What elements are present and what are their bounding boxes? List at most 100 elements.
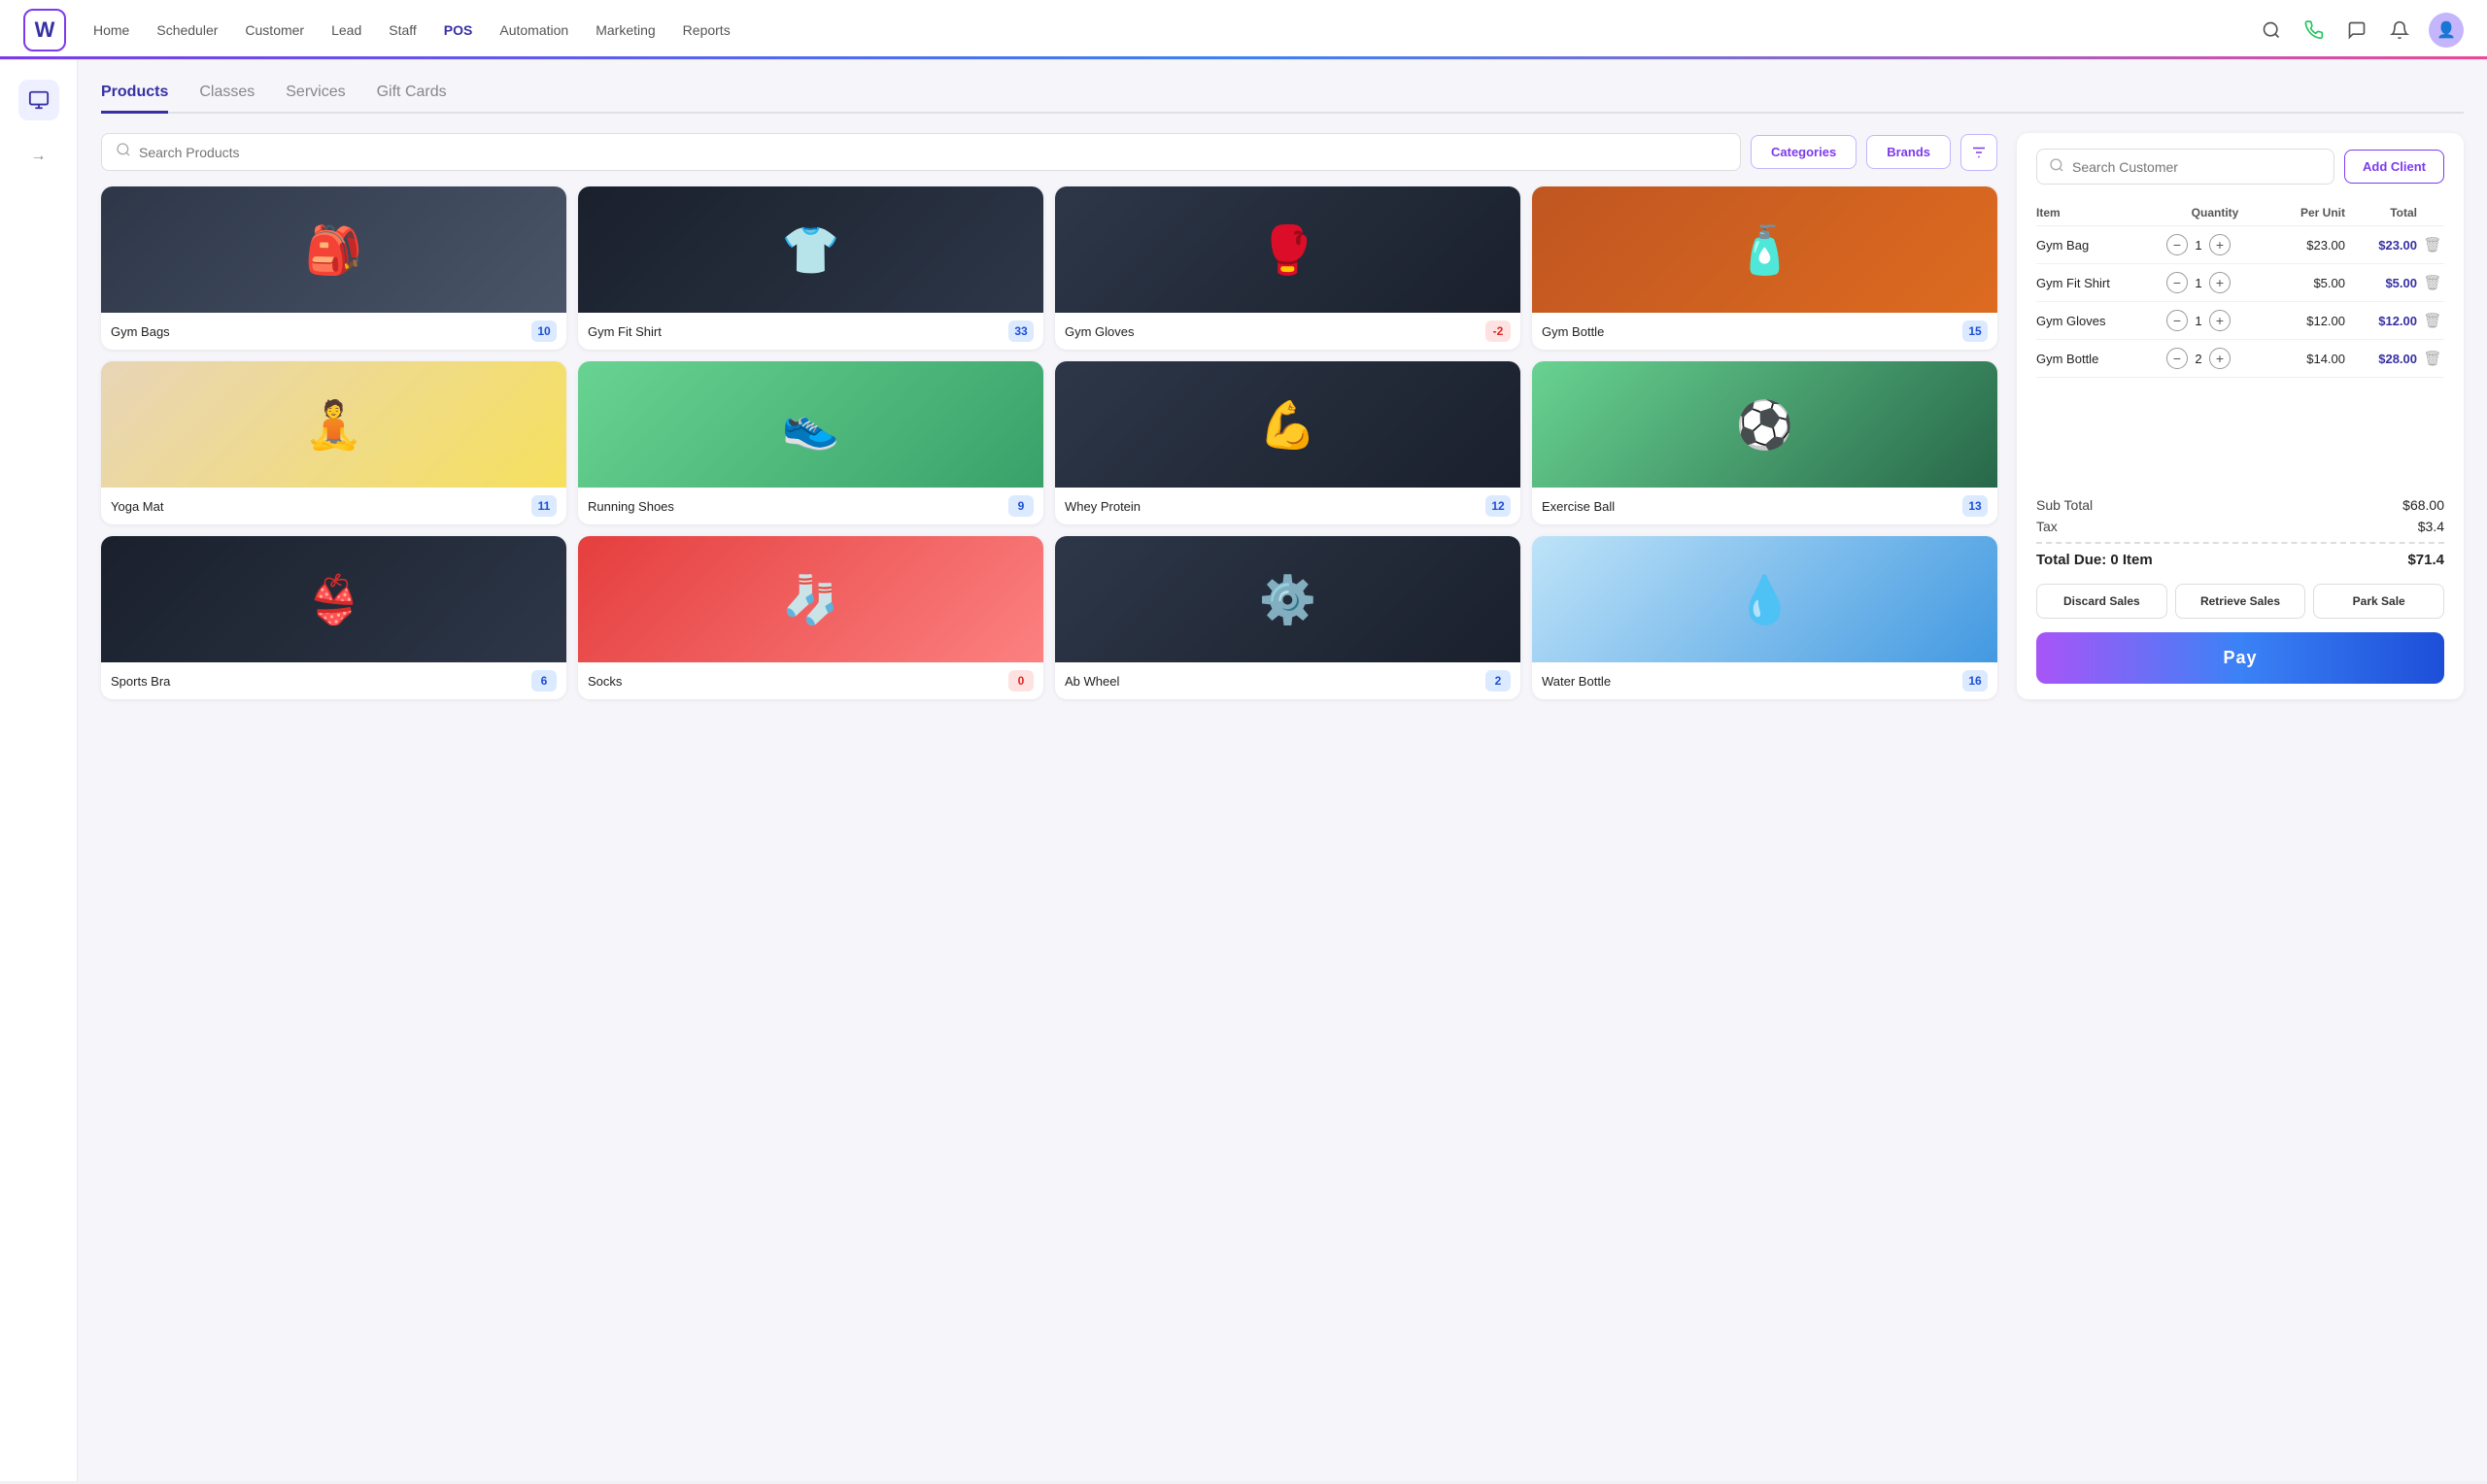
body-split: Categories Brands 🎒 Gym Bags xyxy=(101,133,2464,699)
customer-search-icon xyxy=(2049,157,2064,176)
tab-classes[interactable]: Classes xyxy=(199,84,255,114)
search-products-input[interactable] xyxy=(139,145,1726,160)
product-card[interactable]: 🧴 Gym Bottle 15 xyxy=(1532,186,1997,350)
product-image: 👙 xyxy=(101,536,566,662)
product-footer: Water Bottle 16 xyxy=(1532,662,1997,699)
products-panel: Categories Brands 🎒 Gym Bags xyxy=(101,133,1997,699)
tab-gift-cards[interactable]: Gift Cards xyxy=(377,84,447,114)
qty-decrease-button[interactable]: − xyxy=(2166,310,2188,331)
total-due-row: Total Due: 0 Item $71.4 xyxy=(2036,552,2444,568)
header-quantity: Quantity xyxy=(2166,206,2264,219)
product-footer: Yoga Mat 11 xyxy=(101,488,566,524)
nav-pos[interactable]: POS xyxy=(444,22,473,38)
product-name: Gym Gloves xyxy=(1065,324,1135,339)
product-card[interactable]: ⚽ Exercise Ball 13 xyxy=(1532,361,1997,524)
product-footer: Gym Fit Shirt 33 xyxy=(578,313,1043,350)
nav-marketing[interactable]: Marketing xyxy=(596,22,655,38)
qty-increase-button[interactable]: + xyxy=(2209,348,2231,369)
qty-increase-button[interactable]: + xyxy=(2209,310,2231,331)
product-card[interactable]: 💪 Whey Protein 12 xyxy=(1055,361,1520,524)
tab-products[interactable]: Products xyxy=(101,84,168,114)
sidebar-pos-icon[interactable] xyxy=(18,80,59,120)
sidebar-collapse-arrow[interactable]: → xyxy=(31,148,47,165)
order-item-name: Gym Bottle xyxy=(2036,352,2163,366)
delete-item-button[interactable]: 🗑 xyxy=(2421,274,2444,291)
header-action xyxy=(2421,206,2444,219)
qty-decrease-button[interactable]: − xyxy=(2166,234,2188,255)
brands-button[interactable]: Brands xyxy=(1866,135,1951,169)
product-badge: 6 xyxy=(531,670,557,691)
product-footer: Ab Wheel 2 xyxy=(1055,662,1520,699)
nav-customer[interactable]: Customer xyxy=(245,22,304,38)
discard-sales-button[interactable]: Discard Sales xyxy=(2036,584,2167,619)
park-sale-button[interactable]: Park Sale xyxy=(2313,584,2444,619)
nav-automation[interactable]: Automation xyxy=(499,22,568,38)
order-item-name: Gym Gloves xyxy=(2036,314,2163,328)
order-panel: Add Client Item Quantity Per Unit Total … xyxy=(2017,133,2464,699)
qty-increase-button[interactable]: + xyxy=(2209,234,2231,255)
nav-scheduler[interactable]: Scheduler xyxy=(156,22,218,38)
order-item-name: Gym Bag xyxy=(2036,238,2163,253)
product-card[interactable]: 🎒 Gym Bags 10 xyxy=(101,186,566,350)
tax-label: Tax xyxy=(2036,519,2058,534)
order-table-header: Item Quantity Per Unit Total xyxy=(2036,200,2444,226)
filter-icon-button[interactable] xyxy=(1960,134,1997,171)
notification-icon[interactable] xyxy=(2386,17,2413,44)
add-client-button[interactable]: Add Client xyxy=(2344,150,2444,184)
nav-staff[interactable]: Staff xyxy=(389,22,417,38)
qty-decrease-button[interactable]: − xyxy=(2166,348,2188,369)
product-search-box[interactable] xyxy=(101,133,1741,171)
phone-icon[interactable] xyxy=(2300,17,2328,44)
whatsapp-icon[interactable] xyxy=(2343,17,2370,44)
product-card[interactable]: 🥊 Gym Gloves -2 xyxy=(1055,186,1520,350)
product-name: Ab Wheel xyxy=(1065,674,1119,689)
order-row: Gym Fit Shirt − 1 + $5.00 $5.00 🗑 xyxy=(2036,264,2444,302)
product-badge: 11 xyxy=(531,495,557,517)
product-name: Running Shoes xyxy=(588,499,674,514)
product-name: Yoga Mat xyxy=(111,499,163,514)
retrieve-sales-button[interactable]: Retrieve Sales xyxy=(2175,584,2306,619)
header-per-unit: Per Unit xyxy=(2267,206,2345,219)
product-card[interactable]: 🧘 Yoga Mat 11 xyxy=(101,361,566,524)
product-footer: Gym Bottle 15 xyxy=(1532,313,1997,350)
product-footer: Socks 0 xyxy=(578,662,1043,699)
total-price: $12.00 xyxy=(2349,314,2417,328)
pay-button[interactable]: Pay xyxy=(2036,632,2444,684)
product-card[interactable]: 👟 Running Shoes 9 xyxy=(578,361,1043,524)
nav-lead[interactable]: Lead xyxy=(331,22,361,38)
delete-item-button[interactable]: 🗑 xyxy=(2421,236,2444,253)
product-image: 🧘 xyxy=(101,361,566,488)
pos-tabs: Products Classes Services Gift Cards xyxy=(101,84,2464,114)
search-filter-row: Categories Brands xyxy=(101,133,1997,171)
product-card[interactable]: 👙 Sports Bra 6 xyxy=(101,536,566,699)
product-image: 🎒 xyxy=(101,186,566,313)
delete-item-button[interactable]: 🗑 xyxy=(2421,350,2444,367)
product-card[interactable]: 💧 Water Bottle 16 xyxy=(1532,536,1997,699)
delete-item-button[interactable]: 🗑 xyxy=(2421,312,2444,329)
nav-home[interactable]: Home xyxy=(93,22,129,38)
qty-decrease-button[interactable]: − xyxy=(2166,272,2188,293)
search-customer-input[interactable] xyxy=(2072,159,2322,175)
product-card[interactable]: ⚙️ Ab Wheel 2 xyxy=(1055,536,1520,699)
action-buttons: Discard Sales Retrieve Sales Park Sale xyxy=(2036,584,2444,619)
product-badge: 2 xyxy=(1485,670,1511,691)
order-row: Gym Bottle − 2 + $14.00 $28.00 🗑 xyxy=(2036,340,2444,378)
nav-reports[interactable]: Reports xyxy=(683,22,731,38)
logo[interactable]: W xyxy=(23,9,66,51)
search-icon[interactable] xyxy=(2258,17,2285,44)
per-unit-price: $5.00 xyxy=(2267,276,2345,290)
product-badge: 33 xyxy=(1008,320,1034,342)
user-avatar[interactable]: 👤 xyxy=(2429,13,2464,48)
tab-services[interactable]: Services xyxy=(286,84,345,114)
product-card[interactable]: 🧦 Socks 0 xyxy=(578,536,1043,699)
customer-search-box[interactable] xyxy=(2036,149,2334,185)
top-navigation: W Home Scheduler Customer Lead Staff POS… xyxy=(0,0,2487,60)
order-table: Gym Bag − 1 + $23.00 $23.00 🗑 Gym Fit Sh… xyxy=(2036,226,2444,378)
main-content: Products Classes Services Gift Cards Cat… xyxy=(78,60,2487,1481)
product-card[interactable]: 👕 Gym Fit Shirt 33 xyxy=(578,186,1043,350)
customer-row: Add Client xyxy=(2036,149,2444,185)
product-image: 💧 xyxy=(1532,536,1997,662)
qty-increase-button[interactable]: + xyxy=(2209,272,2231,293)
logo-letter: W xyxy=(35,17,55,43)
categories-button[interactable]: Categories xyxy=(1751,135,1857,169)
